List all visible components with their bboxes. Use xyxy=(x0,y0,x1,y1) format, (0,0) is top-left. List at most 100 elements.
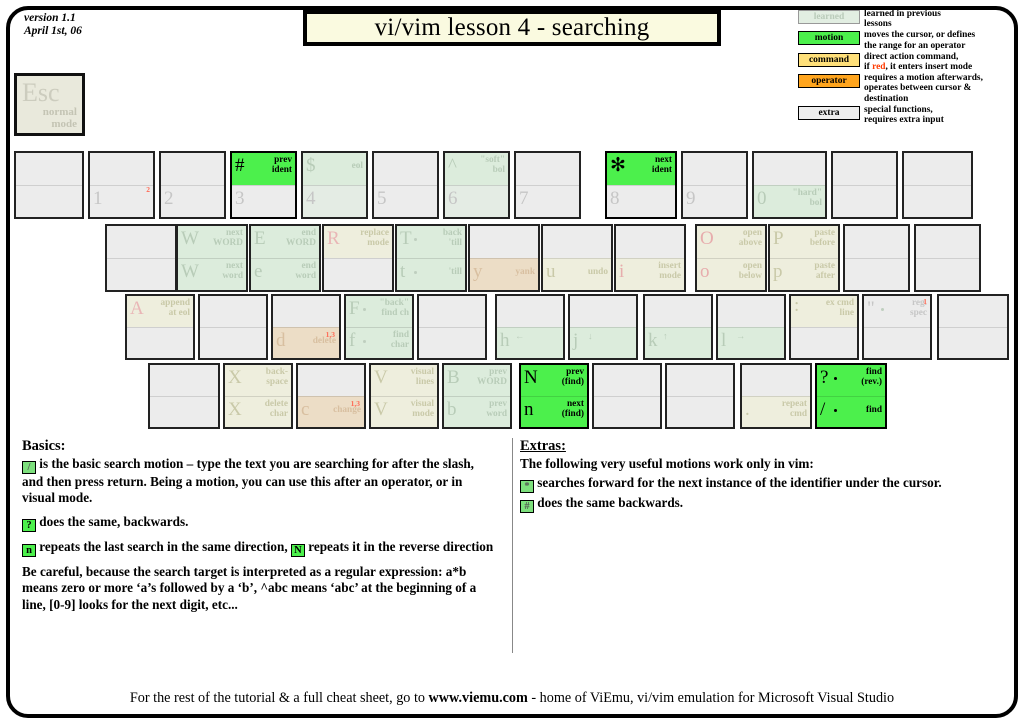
key-half-top: : ex cmd line xyxy=(791,296,857,327)
key-half-bot: Vvisual mode xyxy=(371,396,437,427)
key-label: find (rev.) xyxy=(861,367,882,388)
key-half-top: F "back" find ch xyxy=(346,296,412,327)
key-half-top: Xback-space xyxy=(225,365,291,396)
key-lbracket[interactable] xyxy=(843,224,910,292)
key-h[interactable]: h ← xyxy=(495,294,565,360)
key-footnote-marker: 1,3 xyxy=(325,330,335,339)
key-8-asterisk[interactable]: ✻ next ident 8 xyxy=(605,151,677,219)
key-label: paste after xyxy=(814,261,835,282)
footer-site-link[interactable]: www.viemu.com xyxy=(429,690,528,706)
key-semicolon[interactable]: : ex cmd line xyxy=(789,294,859,360)
key-backtick[interactable] xyxy=(14,151,84,219)
key-k[interactable]: k ↑ xyxy=(643,294,713,360)
key-s[interactable] xyxy=(198,294,268,360)
key-o[interactable]: Oopen above o open below xyxy=(695,224,767,292)
key-half-bot: j ↓ xyxy=(570,327,636,358)
key-3-hash[interactable]: # prev ident 3 xyxy=(230,151,297,219)
key-c[interactable]: c change 1,3 xyxy=(296,363,366,429)
key-half-bot: b prev word xyxy=(444,396,510,427)
key-j[interactable]: j ↓ xyxy=(568,294,638,360)
key-6-caret[interactable]: ^ "soft" bol 6 xyxy=(443,151,510,219)
key-minus[interactable] xyxy=(831,151,898,219)
key-half-top xyxy=(161,153,224,185)
key-n[interactable]: Nprev (find) n next (find) xyxy=(519,363,589,429)
key-x[interactable]: Xback-space Xdelete char xyxy=(223,363,293,429)
key-glyph: h xyxy=(500,330,510,351)
key-2[interactable]: 2 xyxy=(159,151,226,219)
key-1[interactable]: 12 xyxy=(88,151,155,219)
key-w[interactable]: Wnext WORD Wnext word xyxy=(176,224,248,292)
key-enter[interactable] xyxy=(937,294,1009,360)
key-0[interactable]: 0 "hard" bol xyxy=(752,151,827,219)
inline-key-hash: # xyxy=(520,500,534,514)
key-tab[interactable] xyxy=(105,224,177,292)
key-u[interactable]: u undo xyxy=(541,224,613,292)
key-glyph: 5 xyxy=(377,188,387,209)
key-glyph: T xyxy=(400,228,412,249)
key-label: yank xyxy=(515,267,535,277)
key-glyph: y xyxy=(473,261,483,282)
key-i[interactable]: i insert mode xyxy=(614,224,686,292)
key-half-top: Vvisual lines xyxy=(371,365,437,396)
key-v[interactable]: Vvisual lines Vvisual mode xyxy=(369,363,439,429)
key-f[interactable]: F "back" find ch f find char xyxy=(344,294,414,360)
key-half-bot: 8 xyxy=(607,185,675,217)
key-y[interactable]: y yank xyxy=(468,224,540,292)
key-half-top xyxy=(298,365,364,396)
key-half-bot: 0 "hard" bol xyxy=(754,185,825,217)
key-half-top xyxy=(594,365,660,396)
key-glyph: V xyxy=(374,367,388,388)
key-glyph: N xyxy=(524,367,538,388)
key-glyph: c xyxy=(301,399,310,420)
key-g[interactable] xyxy=(417,294,487,360)
footer-post: - home of ViEmu, vi/vim emulation for Mi… xyxy=(527,690,895,706)
key-half-top xyxy=(16,153,82,185)
key-4-dollar[interactable]: $ eol 4 xyxy=(301,151,368,219)
key-comma[interactable] xyxy=(665,363,735,429)
key-half-top: Eend WORD xyxy=(251,226,319,258)
key-label: open above xyxy=(738,228,762,249)
key-label: "back" find ch xyxy=(379,298,409,319)
key-p[interactable]: Ppaste before p paste after xyxy=(768,224,840,292)
key-rbracket[interactable] xyxy=(914,224,981,292)
key-label: next WORD xyxy=(213,228,243,249)
key-capslock[interactable]: Aappend at eol xyxy=(125,294,195,360)
key-half-bot: i insert mode xyxy=(616,258,684,290)
key-glyph: 6 xyxy=(448,188,458,209)
key-9[interactable]: 9 xyxy=(681,151,748,219)
key-d[interactable]: d delete 1,3 xyxy=(271,294,341,360)
key-half-bot xyxy=(904,185,971,217)
key-7[interactable]: 7 xyxy=(514,151,581,219)
key-half-top xyxy=(718,296,784,327)
key-half-bot xyxy=(833,185,896,217)
inline-key-N: N xyxy=(290,543,305,557)
key-label: 'till xyxy=(448,267,462,277)
key-label: find xyxy=(865,405,882,415)
key-slash[interactable]: ? find (rev.) / find xyxy=(815,363,887,429)
key-5[interactable]: 5 xyxy=(372,151,439,219)
basics-paragraph-1: ? does the same, backwards. xyxy=(22,514,494,532)
key-label: insert mode xyxy=(658,261,681,282)
extras-heading: Extras: xyxy=(520,438,566,454)
key-e[interactable]: Eend WORD e end word xyxy=(249,224,321,292)
key-period[interactable]: . repeat cmd xyxy=(740,363,812,429)
key-b[interactable]: Bprev WORD b prev word xyxy=(442,363,512,429)
key-half-top xyxy=(516,153,579,185)
key-quote[interactable]: " reg. spec 1 xyxy=(862,294,932,360)
key-equals[interactable] xyxy=(902,151,973,219)
key-glyph: X xyxy=(228,399,242,420)
key-t[interactable]: Tback'till t 'till xyxy=(395,224,467,292)
key-m[interactable] xyxy=(592,363,662,429)
key-label: next word xyxy=(222,261,243,282)
key-l[interactable]: l → xyxy=(716,294,786,360)
key-half-bot: o open below xyxy=(697,258,765,290)
key-lshift[interactable] xyxy=(148,363,220,429)
key-r[interactable]: Rreplace mode xyxy=(322,224,394,292)
key-glyph: 0 xyxy=(757,188,767,209)
key-glyph: 8 xyxy=(610,188,620,209)
key-glyph: b xyxy=(447,399,457,420)
key-half-top xyxy=(645,296,711,327)
basics-paragraph-2: n repeats the last search in the same di… xyxy=(22,539,494,557)
key-half-top: Rreplace mode xyxy=(324,226,392,258)
key-half-bot xyxy=(939,327,1007,358)
